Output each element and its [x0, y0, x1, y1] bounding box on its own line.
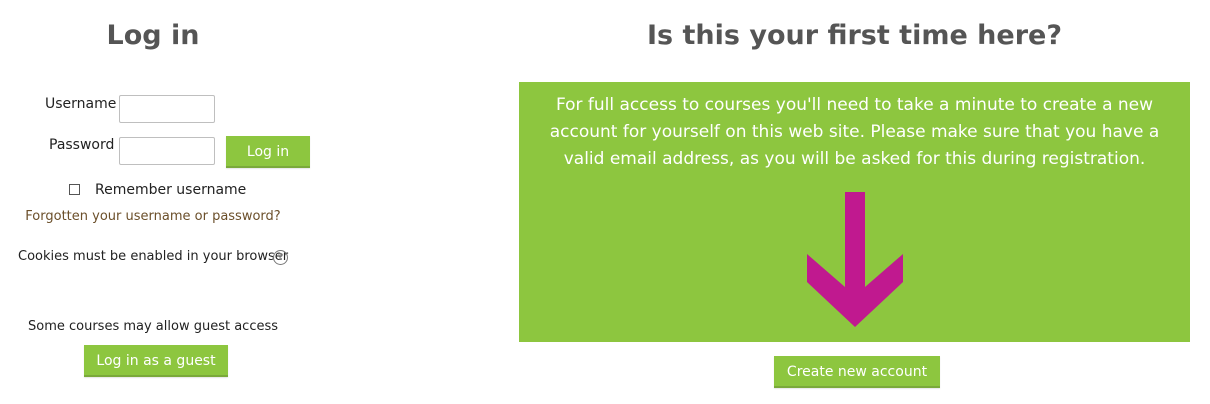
- password-label: Password: [49, 137, 115, 153]
- login-button[interactable]: Log in: [226, 136, 310, 168]
- remember-username-label[interactable]: Remember username: [95, 182, 246, 198]
- cookies-notice: Cookies must be enabled in your browser: [18, 249, 289, 264]
- guest-access-notice: Some courses may allow guest access: [27, 319, 279, 334]
- create-account-button[interactable]: Create new account: [774, 356, 940, 388]
- remember-username-checkbox[interactable]: [69, 184, 80, 195]
- guest-login-button[interactable]: Log in as a guest: [84, 345, 228, 377]
- username-input[interactable]: [119, 95, 215, 123]
- question-circle-icon[interactable]: ?: [273, 250, 288, 265]
- signup-title: Is this your first time here?: [647, 20, 1062, 51]
- login-page: Log in Username Password Log in Remember…: [0, 0, 1210, 404]
- arrow-down-icon: [807, 192, 903, 327]
- password-input[interactable]: [119, 137, 215, 165]
- login-title: Log in: [106, 20, 200, 51]
- arrow-down-shape: [807, 192, 903, 327]
- username-label: Username: [45, 96, 117, 112]
- forgot-password-link[interactable]: Forgotten your username or password?: [0, 209, 306, 224]
- signup-info-box: For full access to courses you'll need t…: [519, 82, 1190, 342]
- signup-description: For full access to courses you'll need t…: [549, 95, 1160, 169]
